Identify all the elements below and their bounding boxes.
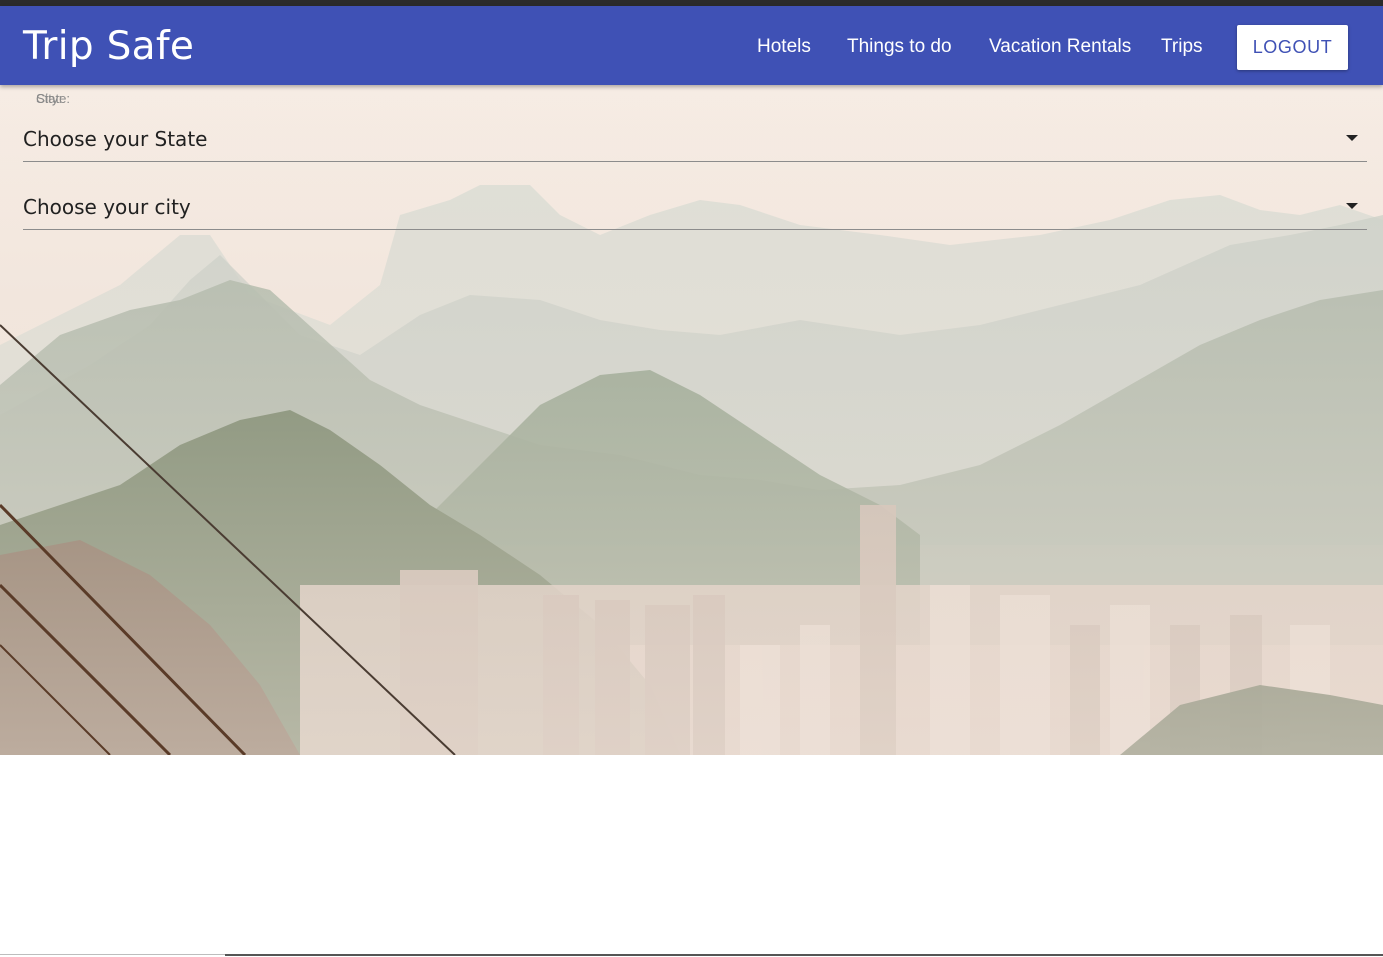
city-select-value: Choose your city xyxy=(23,195,191,219)
nav-link-vacation-rentals[interactable]: Vacation Rentals xyxy=(989,35,1131,59)
nav-link-things-to-do[interactable]: Things to do xyxy=(847,35,952,59)
state-select[interactable]: Choose your State xyxy=(23,117,1367,162)
nav-link-trips[interactable]: Trips xyxy=(1161,35,1203,59)
dropdown-caret-icon xyxy=(1346,203,1358,209)
city-select[interactable]: Choose your city xyxy=(23,185,1367,230)
state-floating-label: State: xyxy=(36,91,70,106)
nav-link-hotels[interactable]: Hotels xyxy=(757,35,811,59)
dropdown-caret-icon xyxy=(1346,135,1358,141)
hero-background: City: State: Choose your State Choose yo… xyxy=(0,85,1383,755)
bottom-divider-dark xyxy=(225,954,1383,956)
brand-logo[interactable]: Trip Safe xyxy=(23,24,194,70)
bottom-divider xyxy=(0,954,225,955)
state-select-value: Choose your State xyxy=(23,127,208,151)
logout-button[interactable]: LOGOUT xyxy=(1237,25,1348,70)
top-navbar: Trip Safe Hotels Things to do Vacation R… xyxy=(0,6,1383,85)
